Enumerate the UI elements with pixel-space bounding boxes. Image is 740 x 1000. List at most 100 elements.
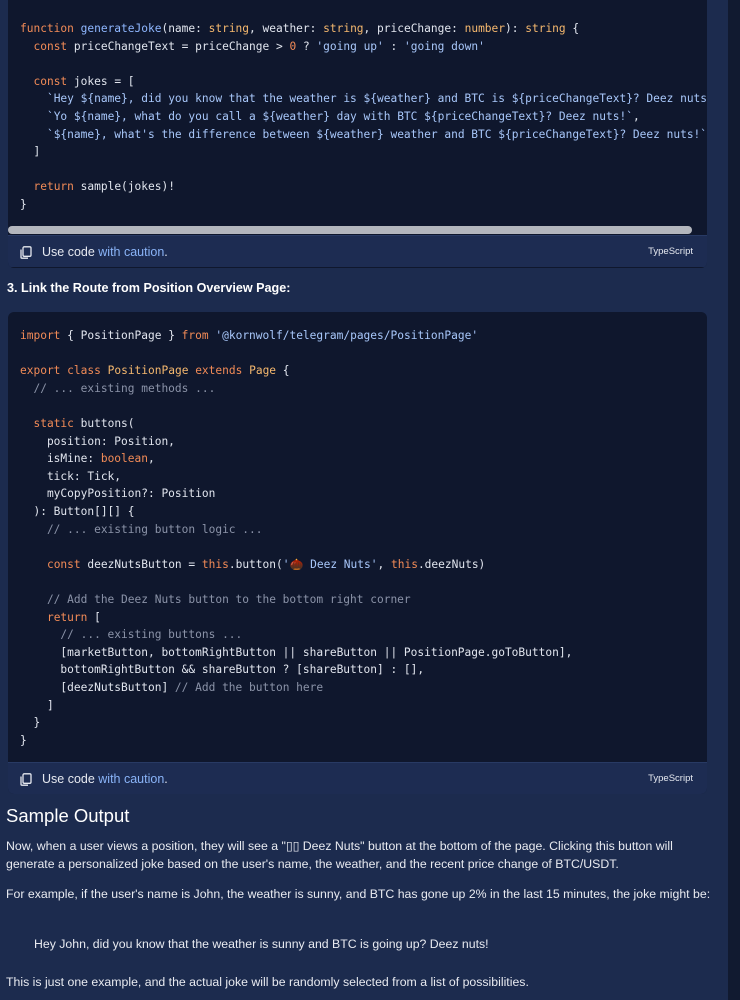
code-token: return (46, 610, 88, 624)
code-token: } (20, 733, 27, 747)
code-token: this (390, 557, 418, 571)
code-token: 'going down' (404, 39, 485, 53)
code-token: string (525, 22, 566, 35)
scrollbar-thumb[interactable] (8, 226, 692, 234)
code-token: } (20, 198, 27, 211)
code-line: } (20, 714, 40, 732)
code-line: return sample(jokes)! (20, 178, 175, 196)
code-token: import (20, 329, 61, 342)
paragraph-example: For example, if the user's name is John,… (6, 887, 711, 901)
code-line: static buttons( (20, 415, 135, 433)
code-token: buttons( (73, 417, 135, 430)
code-token: : (383, 39, 404, 53)
code-token: .button( (228, 557, 283, 571)
code-line: // ... existing button logic ... (20, 521, 263, 539)
code-token: , weather: (249, 22, 324, 35)
code-token: string (323, 22, 364, 35)
code-token: `Yo ${name}, what do you call a ${weathe… (46, 110, 633, 123)
copy-icon[interactable] (20, 246, 32, 259)
code-token: myCopyPosition?: Position (20, 487, 216, 501)
caution-link[interactable]: with caution (98, 245, 164, 259)
code-token: // Add the Deez Nuts button to the botto… (20, 593, 411, 606)
code-token: sample(jokes)! (73, 180, 175, 194)
horizontal-scrollbar[interactable] (8, 226, 707, 234)
code-token: bottomRightButton && shareButton ? [shar… (20, 663, 425, 677)
code-token: '🌰 Deez Nuts' (282, 557, 378, 571)
code-line: myCopyPosition?: Position (20, 485, 215, 503)
code-token: const (33, 39, 68, 53)
code-footer: Use code with caution. TypeScript (8, 762, 707, 794)
use-code-caution: Use code with caution. (42, 772, 168, 786)
code-line: // ... existing buttons ... (20, 626, 242, 644)
caution-link[interactable]: with caution (98, 772, 164, 786)
code-token: export (20, 364, 61, 378)
code-line: [deezNutsButton] // Add the button here (20, 679, 323, 697)
code-token: boolean (100, 452, 148, 466)
code-line: tick: Tick, (20, 468, 121, 486)
code-line: ): Button[][] { (20, 503, 135, 521)
code-token: // ... existing button logic ... (20, 522, 263, 536)
code-token: [ (87, 610, 101, 624)
code-token: , priceChange: (363, 22, 465, 35)
code-token: { (276, 364, 290, 378)
example-joke: Hey John, did you know that the weather … (34, 937, 489, 951)
code-token: Page (249, 364, 277, 378)
code-token: ] (20, 698, 54, 712)
code-token: function (20, 22, 81, 35)
code-line: ] (20, 697, 54, 715)
code-line: ] (20, 143, 40, 161)
code-token: return (33, 180, 74, 194)
code-line: } (20, 196, 27, 214)
language-label: TypeScript (648, 773, 693, 784)
code-token: isMine: (20, 452, 101, 466)
code-token: // ... existing buttons ... (20, 628, 243, 642)
code-token: const (46, 557, 81, 571)
code-line: import { PositionPage } from '@kornwolf/… (20, 327, 478, 345)
section-title: Sample Output (6, 805, 130, 826)
code-token: [marketButton, bottomRightButton || shar… (20, 645, 573, 659)
paragraph-closing: This is just one example, and the actual… (6, 975, 529, 989)
copy-icon[interactable] (20, 773, 32, 786)
code-line: const deezNutsButton = this .button('🌰 De… (20, 556, 485, 574)
code-token: string (208, 22, 250, 35)
code-token: , (632, 110, 640, 123)
code-line: // ... existing methods ... (20, 380, 215, 398)
code-token: , (147, 452, 155, 466)
code-token: , (377, 557, 391, 571)
code-token: `Hey ${name}, did you know that the weat… (46, 92, 707, 106)
code-token: [deezNutsButton] (20, 681, 175, 694)
code-token: priceChangeText = priceChange > (67, 39, 290, 53)
code-token: const (33, 74, 68, 88)
code-token: extends (195, 364, 243, 378)
code-token: class (67, 364, 101, 378)
code-token: deezNutsButton = (80, 557, 202, 571)
use-code-caution: Use code with caution. (42, 245, 168, 259)
code-line: `${name}, what's the difference between … (20, 126, 707, 144)
code-token: number (464, 22, 506, 35)
code-block-position-page: import { PositionPage } from '@kornwolf/… (8, 312, 707, 794)
code-line: // Add the Deez Nuts button to the botto… (20, 591, 411, 609)
step-heading: 3. Link the Route from Position Overview… (7, 281, 291, 295)
code-token: PositionPage (107, 364, 189, 378)
code-token: { (565, 22, 580, 35)
code-line: const jokes = [ (20, 73, 135, 91)
code-token: // Add the button here (174, 681, 324, 694)
code-token: `${name}, what's the difference between … (46, 127, 707, 141)
code-token: ] (20, 145, 41, 159)
code-token: // ... existing methods ... (20, 381, 216, 395)
code-line: const priceChangeText = priceChange > 0 … (20, 38, 485, 56)
code-line: function generateJoke(name: string, weat… (20, 20, 579, 38)
code-token: generateJoke (80, 22, 162, 35)
code-token: ): Button[][] { (20, 505, 135, 518)
code-token: jokes = [ (67, 74, 135, 88)
code-token: 'going up' (316, 39, 384, 53)
code-token: ): (505, 22, 526, 35)
caution-suffix: . (164, 245, 168, 259)
